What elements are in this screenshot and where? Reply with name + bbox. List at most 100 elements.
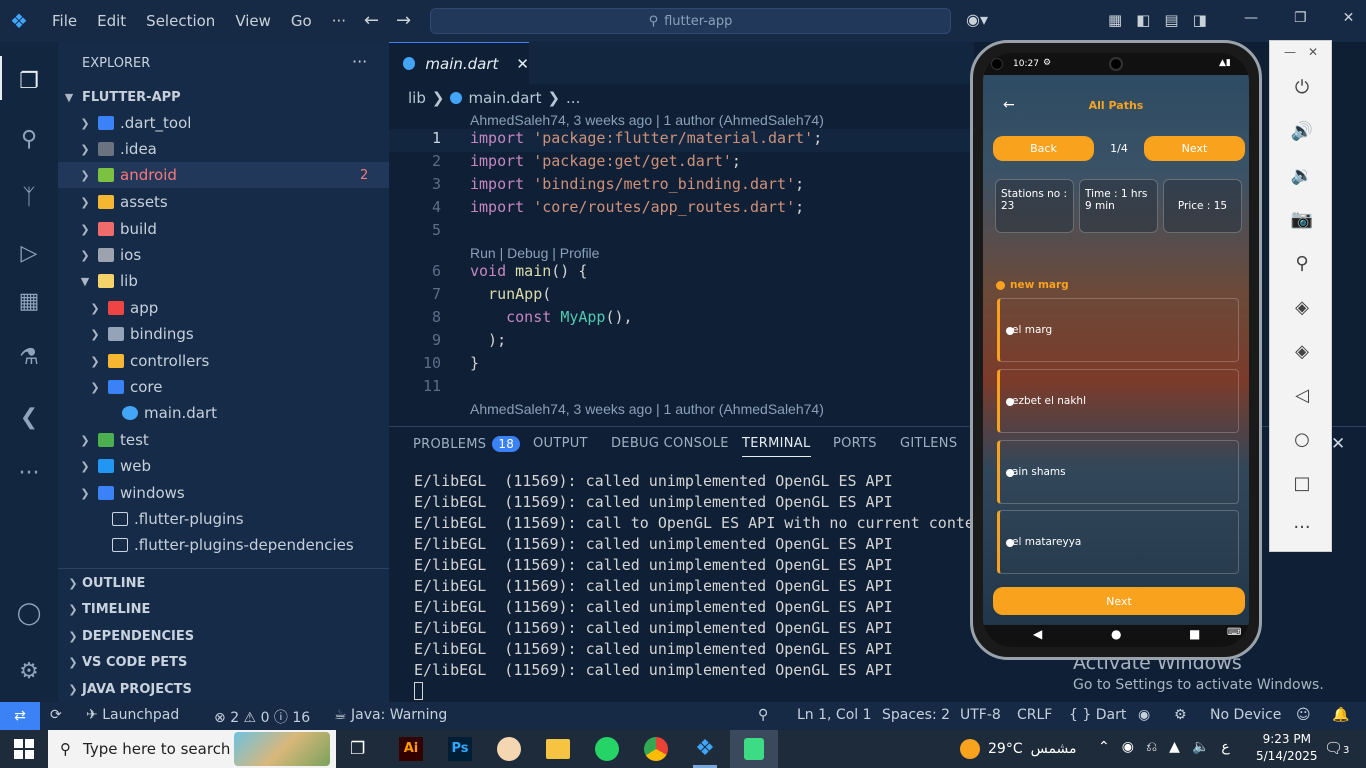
emu-minimize-icon[interactable]: — bbox=[1284, 45, 1296, 59]
code-line[interactable]: 9 ); bbox=[389, 331, 506, 354]
tab-ports[interactable]: PORTS bbox=[833, 436, 877, 451]
run-debug-icon[interactable]: ▷ bbox=[14, 238, 44, 268]
camera-icon[interactable]: 📷 bbox=[1290, 207, 1314, 231]
chrome-icon[interactable] bbox=[644, 737, 668, 761]
restore-icon[interactable]: ❐ bbox=[1294, 10, 1307, 26]
tree-item-core[interactable]: ❯ core bbox=[88, 374, 162, 400]
extensions-icon[interactable]: ▦ bbox=[14, 286, 44, 316]
menu-more[interactable]: ··· bbox=[322, 12, 356, 30]
tree-item-bindings[interactable]: ❯ bindings bbox=[88, 321, 193, 347]
menu-go[interactable]: Go bbox=[281, 12, 322, 30]
photoshop-app-icon[interactable]: Ps bbox=[448, 737, 472, 761]
nav-home-icon[interactable]: ● bbox=[1111, 627, 1121, 641]
explorer-more-icon[interactable]: ··· bbox=[352, 52, 367, 71]
weather-widget[interactable]: 29°C مشمس bbox=[960, 739, 1077, 759]
code-line[interactable]: 6 void main() { bbox=[389, 262, 587, 285]
tree-item-main-dart[interactable]: main.dart bbox=[102, 400, 217, 426]
workspace-root[interactable]: ▼ FLUTTER-APP bbox=[62, 84, 181, 110]
zoom-icon[interactable]: ⚲ bbox=[1290, 251, 1314, 275]
back-triangle-icon[interactable]: ◁ bbox=[1290, 383, 1314, 407]
accounts-icon[interactable]: ◯ bbox=[14, 598, 44, 628]
nav-forward-icon[interactable]: → bbox=[396, 10, 411, 31]
keyboard-language[interactable]: ع bbox=[1221, 739, 1229, 755]
menu-edit[interactable]: Edit bbox=[87, 12, 136, 30]
illustrator-app-icon[interactable]: Ai bbox=[399, 737, 423, 761]
meet-now-icon[interactable]: ◉ bbox=[1122, 739, 1134, 755]
code-line[interactable]: 2 import 'package:get/get.dart'; bbox=[389, 152, 741, 175]
usb-icon[interactable]: ⎌ bbox=[1146, 739, 1157, 755]
code-line[interactable]: 5 bbox=[389, 221, 441, 244]
notification-center-icon[interactable]: 🗨3 bbox=[1324, 739, 1349, 757]
tab-debug-console[interactable]: DEBUG CONSOLE bbox=[611, 436, 729, 451]
back-button[interactable]: Back bbox=[993, 136, 1094, 161]
code-line[interactable]: 8 const MyApp(), bbox=[389, 308, 633, 331]
code-lens-run-debug[interactable]: Run | Debug | Profile bbox=[470, 245, 599, 261]
station-item[interactable]: el matareyya bbox=[997, 510, 1239, 574]
windows-start-icon[interactable] bbox=[14, 739, 34, 759]
power-icon[interactable]: ⏻ bbox=[1290, 75, 1314, 99]
tree-item-idea[interactable]: ❯ .idea bbox=[78, 136, 157, 162]
taskbar-search-box[interactable]: ⚲ Type here to search bbox=[48, 730, 336, 768]
close-tab-icon[interactable]: ✕ bbox=[516, 55, 529, 73]
emulator-taskbar-icon[interactable] bbox=[730, 730, 778, 768]
sync-icon[interactable]: ⟳ bbox=[50, 707, 62, 723]
line-endings[interactable]: CRLF bbox=[1017, 707, 1052, 723]
emu-close-icon[interactable]: ✕ bbox=[1308, 45, 1318, 59]
tree-item-windows[interactable]: ❯ windows bbox=[78, 480, 184, 506]
tab-problems[interactable]: PROBLEMS 18 bbox=[413, 436, 521, 452]
command-center-search[interactable]: ⚲ flutter-app bbox=[430, 8, 951, 34]
tree-item-assets[interactable]: ❯ assets bbox=[78, 189, 167, 215]
close-window-icon[interactable]: ✕ bbox=[1343, 10, 1355, 26]
accounts-status-icon[interactable]: ☺ bbox=[1296, 707, 1311, 723]
station-item[interactable]: el marg bbox=[997, 298, 1239, 362]
toggle-sidebar-icon[interactable]: ◧ bbox=[1136, 11, 1150, 29]
customize-layout-icon[interactable]: ▦ bbox=[1108, 11, 1122, 29]
zoom-search-icon[interactable]: ⚲ bbox=[758, 707, 768, 723]
nav-back-icon[interactable]: ← bbox=[364, 10, 379, 31]
tree-item-web[interactable]: ❯ web bbox=[78, 453, 151, 479]
paint-app-icon[interactable] bbox=[497, 737, 521, 761]
keyboard-icon[interactable]: ⌨ bbox=[1227, 627, 1241, 638]
tree-item-ios[interactable]: ❯ ios bbox=[78, 242, 141, 268]
nav-recents-icon[interactable]: ■ bbox=[1189, 627, 1200, 641]
search-view-icon[interactable]: ⚲ bbox=[14, 124, 44, 154]
rotate-right-icon[interactable]: ◈ bbox=[1290, 339, 1314, 363]
station-item[interactable]: ain shams bbox=[997, 440, 1239, 504]
section-vscode-pets[interactable]: ❯ VS CODE PETS bbox=[66, 649, 187, 675]
clock[interactable]: 9:23 PM 5/14/2025 bbox=[1256, 731, 1318, 765]
file-explorer-icon[interactable] bbox=[546, 739, 570, 759]
breadcrumb-lib[interactable]: lib bbox=[408, 89, 426, 107]
menu-file[interactable]: File bbox=[42, 12, 87, 30]
code-line[interactable]: 3 import 'bindings/metro_binding.dart'; bbox=[389, 175, 804, 198]
vscode-taskbar-icon[interactable]: ❖ bbox=[693, 737, 717, 761]
remote-indicator[interactable]: ⇄ bbox=[0, 702, 40, 730]
menu-view[interactable]: View bbox=[225, 12, 281, 30]
network-icon[interactable]: ▲ bbox=[1169, 739, 1180, 755]
launchpad-item[interactable]: ✈ Launchpad bbox=[86, 707, 179, 723]
home-circle-icon[interactable]: ○ bbox=[1290, 427, 1314, 451]
menu-selection[interactable]: Selection bbox=[136, 12, 225, 30]
flutter-icon[interactable]: ❮ bbox=[14, 402, 44, 432]
terminal-cursor[interactable] bbox=[414, 682, 423, 700]
section-dependencies[interactable]: ❯ DEPENDENCIES bbox=[66, 623, 194, 649]
code-line[interactable]: 4 import 'core/routes/app_routes.dart'; bbox=[389, 198, 804, 221]
tab-main-dart[interactable]: main.dart ✕ bbox=[389, 42, 529, 84]
code-line[interactable]: 1 import 'package:flutter/material.dart'; bbox=[389, 129, 974, 152]
language-mode[interactable]: { } Dart bbox=[1069, 707, 1126, 723]
git-blame-annotation[interactable]: AhmedSaleh74, 3 weeks ago | 1 author (Ah… bbox=[470, 401, 824, 417]
tab-gitlens[interactable]: GITLENS bbox=[900, 436, 957, 451]
nav-back-triangle-icon[interactable]: ◀ bbox=[1033, 627, 1042, 641]
tree-item-app[interactable]: ❯ app bbox=[88, 295, 158, 321]
volume-up-icon[interactable]: 🔊 bbox=[1290, 119, 1314, 143]
station-item[interactable]: ezbet el nakhl bbox=[997, 369, 1239, 433]
code-line[interactable]: 7 runApp( bbox=[389, 285, 551, 308]
encoding[interactable]: UTF-8 bbox=[960, 707, 1001, 723]
java-status[interactable]: ☕ Java: Warning bbox=[334, 707, 447, 723]
tree-item-lib[interactable]: ▼ lib bbox=[78, 268, 138, 294]
extension-status-icon[interactable]: ⚙ bbox=[1174, 707, 1187, 723]
notifications-bell-icon[interactable]: 🔔 bbox=[1332, 707, 1349, 723]
close-panel-icon[interactable]: ✕ bbox=[1331, 434, 1345, 454]
code-line[interactable]: 10} bbox=[389, 354, 479, 377]
more-views-icon[interactable]: ··· bbox=[14, 458, 44, 488]
copilot-icon[interactable]: ◉▾ bbox=[966, 10, 988, 29]
